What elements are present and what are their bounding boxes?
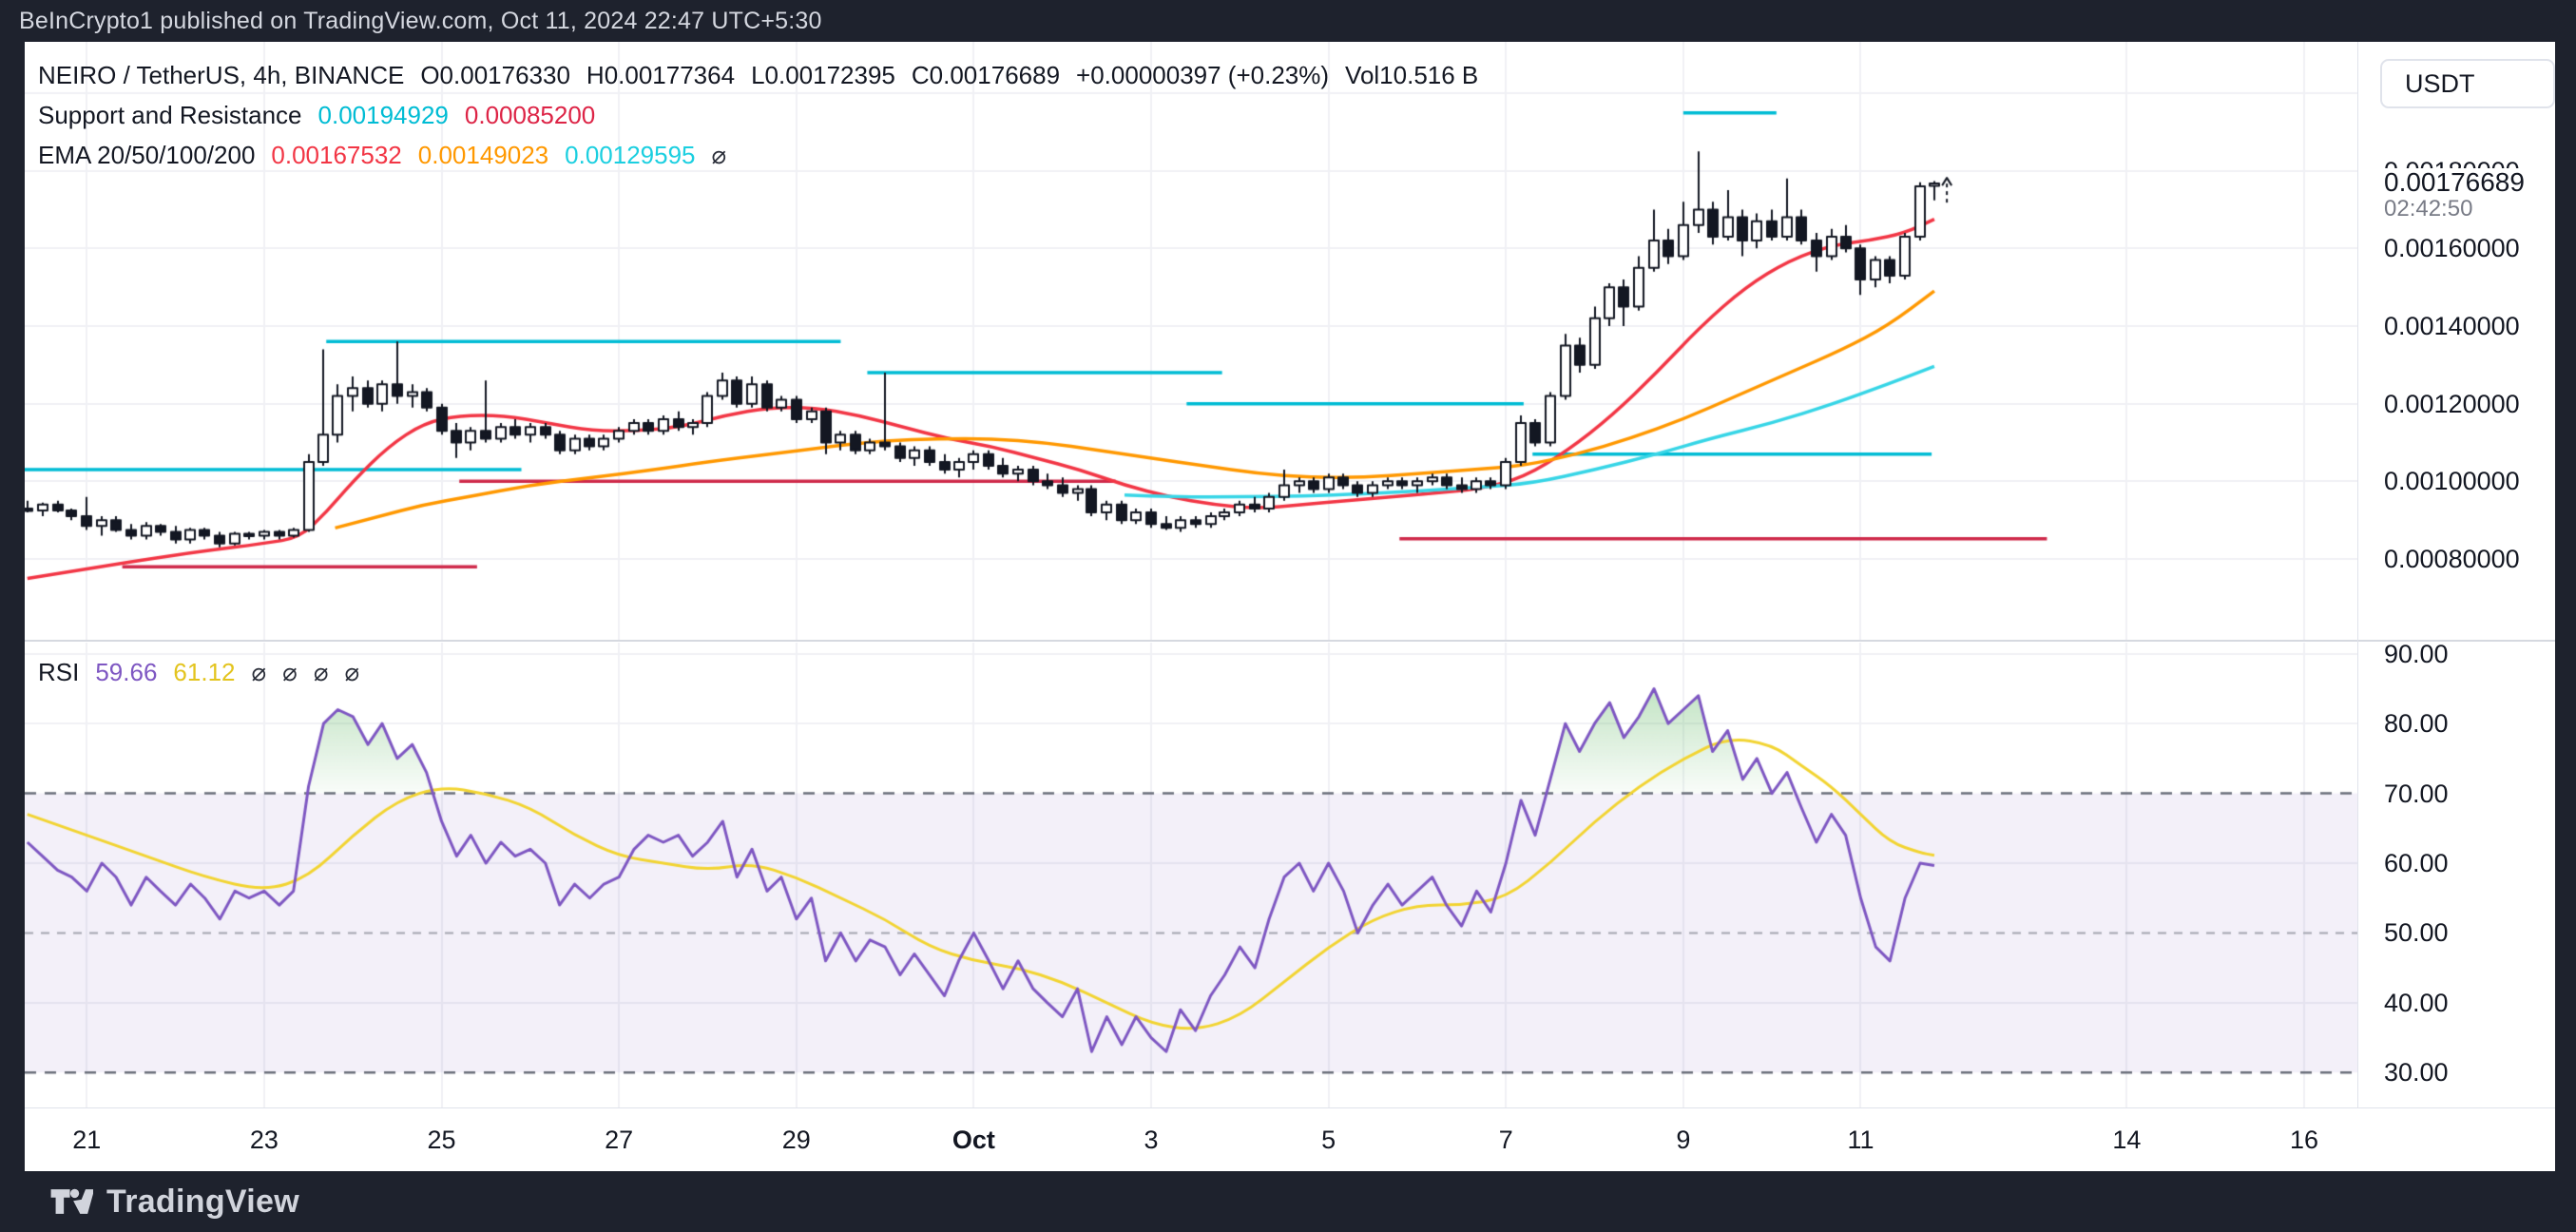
rsi-tick: 50.00 — [2384, 918, 2449, 948]
legend-rsi-row[interactable]: RSI 59.66 61.12 ⌀ ⌀ ⌀ ⌀ — [38, 658, 375, 698]
rsi-tick: 70.00 — [2384, 780, 2449, 809]
price-tick: 0.00100000 — [2384, 467, 2520, 496]
legend-item: C0.00176689 — [912, 61, 1060, 90]
legend-symbol-row[interactable]: NEIRO / TetherUS, 4h, BINANCE O0.00176330… — [38, 61, 1494, 101]
price-tick: 0.00080000 — [2384, 545, 2520, 574]
price-tick: 0.00120000 — [2384, 390, 2520, 419]
rsi-tick: 90.00 — [2384, 640, 2449, 669]
legend-item: ⌀ — [344, 658, 359, 687]
legend-item: ⌀ — [282, 658, 298, 687]
top-bar: BeInCrypto1 published on TradingView.com… — [0, 0, 2576, 42]
currency-toggle-label: USDT — [2405, 69, 2475, 99]
legend-item: 0.00194929 — [318, 101, 449, 130]
legend-ema-row[interactable]: EMA 20/50/100/200 0.00167532 0.00149023 0.0… — [38, 141, 1494, 181]
price-tick: 0.00140000 — [2384, 312, 2520, 341]
pane-divider[interactable] — [25, 640, 2555, 642]
legend-item: RSI — [38, 658, 79, 687]
legend-item: EMA 20/50/100/200 — [38, 141, 255, 170]
time-tick: 16 — [2290, 1126, 2318, 1155]
legend-item: +0.00000397 (+0.23%) — [1076, 61, 1329, 90]
time-tick: 3 — [1144, 1126, 1158, 1155]
legend-item: 0.00129595 — [565, 141, 695, 170]
tradingview-logo-icon[interactable] — [49, 1183, 93, 1221]
legend-item: 0.00149023 — [418, 141, 548, 170]
time-tick: 14 — [2112, 1126, 2141, 1155]
legend-item: 0.00167532 — [271, 141, 401, 170]
main-legend: NEIRO / TetherUS, 4h, BINANCE O0.00176330… — [38, 61, 1494, 181]
legend-item: H0.00177364 — [586, 61, 735, 90]
legend-item: 59.66 — [95, 658, 157, 687]
price-tick: 0.00160000 — [2384, 234, 2520, 263]
rsi-chart-canvas[interactable] — [25, 643, 2357, 1107]
bottom-bar: TradingView — [0, 1171, 2576, 1232]
time-tick: 25 — [428, 1126, 456, 1155]
rsi-tick: 80.00 — [2384, 709, 2449, 739]
rsi-tick: 60.00 — [2384, 849, 2449, 878]
time-tick: 21 — [72, 1126, 101, 1155]
time-tick: 23 — [250, 1126, 279, 1155]
legend-item: 61.12 — [173, 658, 235, 687]
currency-toggle-button[interactable]: USDT — [2380, 59, 2555, 108]
price-axis-separator — [2357, 42, 2358, 1107]
time-tick: 29 — [782, 1126, 811, 1155]
time-tick: 5 — [1321, 1126, 1336, 1155]
time-tick: 7 — [1499, 1126, 1513, 1155]
legend-item: O0.00176330 — [420, 61, 570, 90]
rsi-tick: 40.00 — [2384, 989, 2449, 1018]
legend-item: NEIRO / TetherUS, 4h, BINANCE — [38, 61, 404, 90]
rsi-tick: 30.00 — [2384, 1058, 2449, 1088]
time-tick: 9 — [1676, 1126, 1690, 1155]
legend-item: L0.00172395 — [751, 61, 895, 90]
time-tick: 27 — [605, 1126, 633, 1155]
rsi-legend: RSI 59.66 61.12 ⌀ ⌀ ⌀ ⌀ — [38, 658, 375, 698]
legend-support-resistance-row[interactable]: Support and Resistance 0.00194929 0.000852… — [38, 101, 1494, 141]
tradingview-brand[interactable]: TradingView — [106, 1184, 299, 1221]
time-tick: 11 — [1847, 1126, 1874, 1155]
left-rail — [0, 42, 25, 1171]
legend-item: Vol10.516 B — [1345, 61, 1478, 90]
last-price-value: 0.00176689 — [2384, 168, 2555, 197]
legend-item: ⌀ — [712, 141, 727, 170]
legend-item: Support and Resistance — [38, 101, 302, 130]
last-price-label: 0.00176689 02:42:50 — [2369, 168, 2555, 220]
right-rail — [2555, 42, 2576, 1171]
time-tick: Oct — [952, 1126, 995, 1155]
rsi-axis-divider — [25, 1107, 2555, 1108]
bar-countdown: 02:42:50 — [2384, 197, 2555, 221]
top-bar-text: BeInCrypto1 published on TradingView.com… — [19, 8, 822, 35]
legend-item: ⌀ — [314, 658, 329, 687]
legend-item: 0.00085200 — [465, 101, 595, 130]
legend-item: ⌀ — [252, 658, 267, 687]
